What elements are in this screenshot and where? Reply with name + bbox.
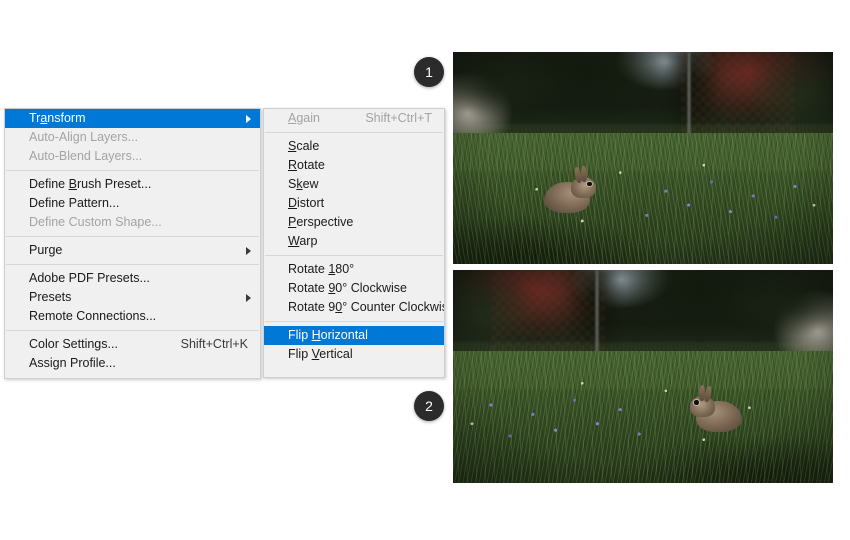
menu-item-label: Auto-Blend Layers... [29,149,143,163]
menu-item-adobe-pdf-presets[interactable]: Adobe PDF Presets... [5,269,260,288]
menu-item-label: Define Custom Shape... [29,215,162,229]
menu-item-label: Flip Horizontal [288,328,368,342]
chevron-right-icon [246,246,251,255]
menu-separator [265,321,443,322]
menu-item-perspective[interactable]: Perspective [264,213,444,232]
menu-separator [6,170,259,171]
menu-item-label: Scale [288,139,320,153]
photo-vignette [453,52,833,264]
menu-item-warp[interactable]: Warp [264,232,444,251]
menu-item-label: Define Pattern... [29,196,120,210]
transform-submenu[interactable]: Again Shift+Ctrl+T Scale Rotate Skew Distort P… [263,108,445,378]
step-badge-2: 2 [414,391,444,421]
edit-menu[interactable]: Transform Auto-Align Layers... Auto-Blend … [4,108,261,379]
menu-item-distort[interactable]: Distort [264,194,444,213]
menu-item-label: Rotate 180° [288,262,355,276]
menu-item-flip-vertical[interactable]: Flip Vertical [264,345,444,364]
menu-separator [265,255,443,256]
menu-item-again: Again Shift+Ctrl+T [264,109,444,128]
menu-separator [6,236,259,237]
menu-item-color-settings[interactable]: Color Settings... Shift+Ctrl+K [5,335,260,354]
menu-item-define-brush-preset[interactable]: Define Brush Preset... [5,175,260,194]
photo-scene [453,270,833,483]
menu-item-purge[interactable]: Purge [5,241,260,260]
menu-item-rotate-90-clockwise[interactable]: Rotate 90° Clockwise [264,279,444,298]
menu-item-scale[interactable]: Scale [264,137,444,156]
menu-item-label: Flip Vertical [288,347,353,361]
menu-separator [6,330,259,331]
menu-item-presets[interactable]: Presets [5,288,260,307]
menu-item-label: Presets [29,290,72,304]
menu-item-auto-align-layers: Auto-Align Layers... [5,128,260,147]
menu-item-label: Skew [288,177,319,191]
menu-item-assign-profile[interactable]: Assign Profile... [5,354,260,373]
menu-item-label: Rotate 90° Clockwise [288,281,407,295]
menu-item-label: Define Brush Preset... [29,177,152,191]
chevron-right-icon [246,114,251,123]
menu-item-shortcut: Shift+Ctrl+T [365,111,432,125]
photo-vignette [453,270,833,483]
menu-item-label: Assign Profile... [29,356,116,370]
step-badge-1: 1 [414,57,444,87]
menu-item-label: Again [288,111,320,125]
menu-separator [6,264,259,265]
preview-image-flipped [453,270,833,483]
menu-item-label: Transform [29,111,86,125]
menu-item-label: Color Settings... [29,337,118,351]
menu-item-label: Remote Connections... [29,309,157,323]
menu-item-label: Auto-Align Layers... [29,130,139,144]
menu-item-rotate-180[interactable]: Rotate 180° [264,260,444,279]
menu-item-define-pattern[interactable]: Define Pattern... [5,194,260,213]
menu-item-label: Warp [288,234,318,248]
preview-image-original [453,52,833,264]
menu-item-shortcut: Shift+Ctrl+K [180,337,248,351]
menu-item-label: Rotate [288,158,325,172]
menu-item-flip-horizontal[interactable]: Flip Horizontal [264,326,444,345]
menu-item-auto-blend-layers: Auto-Blend Layers... [5,147,260,166]
menu-item-label: Adobe PDF Presets... [29,271,150,285]
chevron-right-icon [246,293,251,302]
menu-item-skew[interactable]: Skew [264,175,444,194]
menu-item-label: Rotate 90° Counter Clockwise [288,300,445,314]
menu-item-rotate[interactable]: Rotate [264,156,444,175]
menu-item-define-custom-shape: Define Custom Shape... [5,213,260,232]
menu-separator [265,132,443,133]
menu-item-rotate-90-counter-clockwise[interactable]: Rotate 90° Counter Clockwise [264,298,444,317]
menu-item-label: Perspective [288,215,354,229]
menu-item-label: Distort [288,196,325,210]
photo-scene [453,52,833,264]
screenshot-root: Transform Auto-Align Layers... Auto-Blend … [0,0,850,540]
menu-item-transform[interactable]: Transform [5,109,260,128]
menu-item-remote-connections[interactable]: Remote Connections... [5,307,260,326]
menu-item-label: Purge [29,243,63,257]
